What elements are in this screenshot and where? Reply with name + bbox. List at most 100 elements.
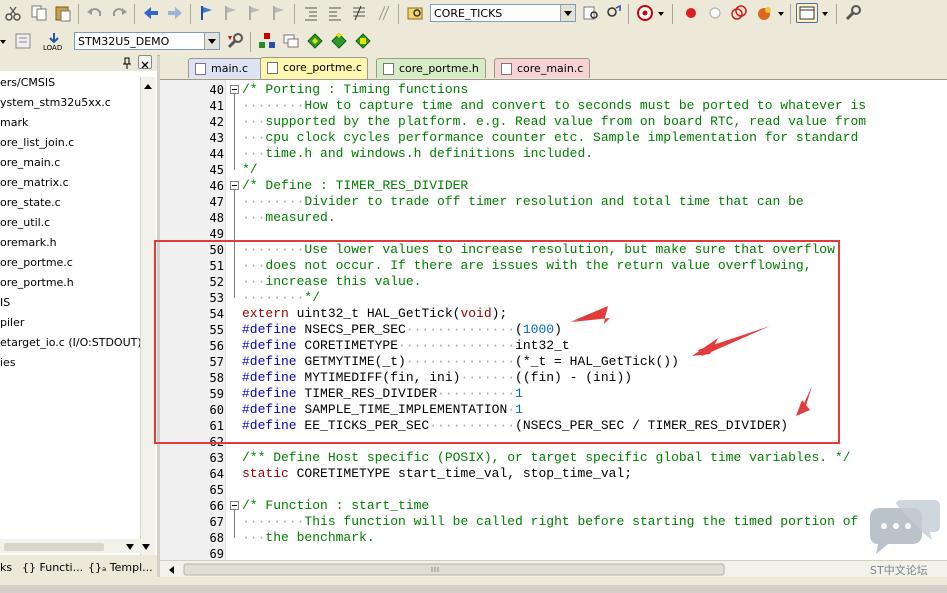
- chevron-down-icon[interactable]: [656, 4, 666, 22]
- code-line[interactable]: ········How to capture time and convert …: [242, 98, 866, 114]
- chevron-down-icon[interactable]: [776, 4, 786, 22]
- code-token: ···: [242, 146, 266, 161]
- redo-icon[interactable]: [110, 4, 128, 22]
- copy-icon[interactable]: [30, 4, 48, 22]
- fold-toggle-icon[interactable]: [230, 181, 239, 190]
- nav-forward-icon[interactable]: [166, 4, 184, 22]
- bookmark-icon[interactable]: [198, 4, 216, 22]
- tree-item[interactable]: ore_main.c: [0, 153, 140, 173]
- tree-item[interactable]: ystem_stm32u5xx.c: [0, 93, 140, 113]
- chevron-down-icon[interactable]: [820, 4, 830, 22]
- target-select[interactable]: STM32U5_DEMO: [74, 32, 220, 50]
- code-token: cpu clock cycles performance counter etc…: [265, 130, 859, 145]
- code-line[interactable]: ···supported by the platform. e.g. Read …: [242, 114, 866, 130]
- tab-core-portme-h[interactable]: core_portme.h: [376, 58, 486, 78]
- file-extensions-icon[interactable]: [282, 32, 300, 50]
- code-line[interactable]: ········This function will be called rig…: [242, 514, 858, 530]
- kill-breakpoints-icon[interactable]: [756, 4, 774, 22]
- incremental-find-icon[interactable]: [582, 4, 600, 22]
- breakpoint-toggle-icon[interactable]: [730, 4, 748, 22]
- target-options-icon[interactable]: [226, 32, 244, 50]
- tree-item[interactable]: ore_state.c: [0, 193, 140, 213]
- code-token: ········: [242, 194, 305, 209]
- comment-icon[interactable]: [350, 4, 368, 22]
- close-icon[interactable]: [138, 55, 152, 69]
- tree-item[interactable]: IS: [0, 293, 140, 313]
- tree-item[interactable]: ore_util.c: [0, 213, 140, 233]
- tree-item[interactable]: oremark.h: [0, 233, 140, 253]
- code-token: ···: [242, 210, 266, 225]
- tab-label: main.c: [211, 62, 249, 75]
- project-tree-scrollbar[interactable]: [140, 77, 155, 571]
- pin-icon[interactable]: [120, 55, 134, 69]
- find-combo[interactable]: CORE_TICKS: [430, 4, 576, 22]
- tree-item[interactable]: ore_matrix.c: [0, 173, 140, 193]
- red-arrow-annotation: [570, 306, 812, 416]
- code-line[interactable]: /* Define : TIMER_RES_DIVIDER: [242, 178, 468, 194]
- code-line[interactable]: static CORETIMETYPE start_time_val, stop…: [242, 466, 632, 482]
- tree-item[interactable]: mark: [0, 113, 140, 133]
- code-line[interactable]: ···the benchmark.: [242, 530, 375, 546]
- line-number: 45: [209, 163, 224, 177]
- tree-item[interactable]: piler: [0, 313, 140, 333]
- code-line[interactable]: /** Define Host specific (POSIX), or tar…: [242, 450, 851, 466]
- tree-item[interactable]: ore_list_join.c: [0, 133, 140, 153]
- code-line[interactable]: ···cpu clock cycles performance counter …: [242, 130, 858, 146]
- toolbar-main: CORE_TICKS: [0, 0, 947, 29]
- tree-item[interactable]: etarget_io.c (I/O:STDOUT): [0, 333, 140, 353]
- code-token: */: [242, 162, 258, 177]
- tree-item[interactable]: ies: [0, 353, 140, 373]
- bookmark-prev-icon[interactable]: [222, 4, 240, 22]
- tree-item[interactable]: ore_portme.c: [0, 253, 140, 273]
- configure-icon[interactable]: [844, 4, 862, 22]
- tab-templates[interactable]: {}ₐ Templ...: [88, 559, 153, 577]
- fold-toggle-icon[interactable]: [230, 85, 239, 94]
- tab-functions[interactable]: {} Functi...: [22, 559, 83, 577]
- download-icon[interactable]: [14, 32, 32, 50]
- code-line[interactable]: ········Divider to trade off timer resol…: [242, 194, 804, 210]
- run-time-env-icon[interactable]: [354, 32, 372, 50]
- fold-toggle-icon[interactable]: [230, 501, 239, 510]
- tab-core-portme-c[interactable]: core_portme.c: [260, 57, 368, 79]
- bookmark-clear-icon[interactable]: [270, 4, 288, 22]
- nav-back-icon[interactable]: [142, 4, 160, 22]
- tab-core-main-c[interactable]: core_main.c: [494, 58, 590, 78]
- window-layout-icon[interactable]: [796, 3, 818, 23]
- code-line[interactable]: ···time.h and windows.h definitions incl…: [242, 146, 593, 162]
- code-line[interactable]: /* Porting : Timing functions: [242, 82, 468, 98]
- find-icon[interactable]: [604, 4, 622, 22]
- find-in-files-icon[interactable]: [406, 4, 424, 22]
- breakpoint-disabled-icon[interactable]: [706, 4, 724, 22]
- tab-project[interactable]: ks: [0, 559, 12, 577]
- debug-session-icon[interactable]: [636, 4, 654, 22]
- select-packs-icon[interactable]: [330, 32, 348, 50]
- code-token: ···: [242, 114, 266, 129]
- cut-icon[interactable]: [4, 4, 22, 22]
- fold-line: [234, 510, 235, 538]
- paste-icon[interactable]: [54, 4, 72, 22]
- code-line[interactable]: ···measured.: [242, 210, 336, 226]
- load-icon[interactable]: LOAD: [42, 31, 66, 52]
- line-number: 64: [209, 467, 224, 481]
- tab-label: core_portme.h: [399, 62, 479, 75]
- tree-item[interactable]: ers/CMSIS: [0, 73, 140, 93]
- unindent-icon[interactable]: [326, 4, 344, 22]
- file-icon: [267, 62, 278, 74]
- chevron-down-icon[interactable]: [0, 32, 8, 50]
- breakpoint-icon[interactable]: [682, 4, 700, 22]
- editor-hscrollbar[interactable]: [160, 560, 947, 578]
- uncomment-icon[interactable]: [374, 4, 392, 22]
- project-tree-hscrollbar[interactable]: [0, 539, 154, 553]
- undo-icon[interactable]: [86, 4, 104, 22]
- chevron-down-icon[interactable]: [560, 5, 575, 21]
- code-line[interactable]: */: [242, 162, 258, 178]
- tree-item[interactable]: ore_portme.h: [0, 273, 140, 293]
- code-token: ········: [242, 514, 305, 529]
- bookmark-next-icon[interactable]: [246, 4, 264, 22]
- code-token: ········: [242, 98, 305, 113]
- code-line[interactable]: /* Function : start_time: [242, 498, 429, 514]
- indent-icon[interactable]: [302, 4, 320, 22]
- chevron-down-icon[interactable]: [204, 33, 219, 49]
- pack-installer-icon[interactable]: [306, 32, 324, 50]
- manage-project-icon[interactable]: [258, 32, 276, 50]
